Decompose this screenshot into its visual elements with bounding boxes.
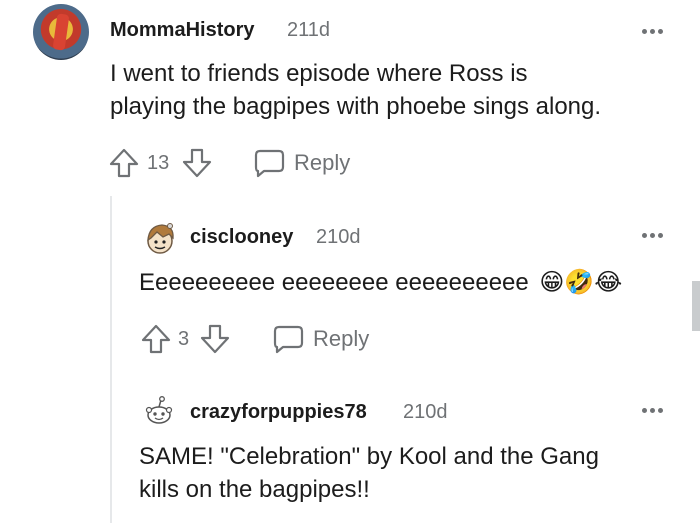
- comment-age: 210d: [316, 226, 361, 248]
- snoo-avatar-icon[interactable]: [141, 220, 179, 258]
- comment-body-line1: I went to friends episode where Ross is: [110, 60, 528, 87]
- downvote-arrow-icon[interactable]: [197, 322, 233, 356]
- comment-body: Eeeeeeeeee eeeeeeee eeeeeeeeee 😁🤣😂: [139, 265, 622, 300]
- thread-line[interactable]: [110, 196, 112, 523]
- overflow-menu-icon[interactable]: [642, 233, 663, 238]
- emoji-group: 😁🤣😂: [539, 268, 623, 296]
- scrollbar-thumb[interactable]: [692, 281, 700, 331]
- comment-body-line1: SAME! "Celebration" by Kool and the Gang: [139, 443, 599, 470]
- reply-bubble-icon: [254, 149, 285, 178]
- comment-body-line2: playing the bagpipes with phoebe sings a…: [110, 93, 602, 120]
- snoo-avatar-icon[interactable]: [141, 394, 177, 430]
- comment-age: 211d: [287, 19, 331, 41]
- vote-count: 3: [178, 328, 190, 350]
- upvote-arrow-icon[interactable]: [106, 146, 142, 180]
- reply-label: Reply: [313, 326, 370, 351]
- comment-text: Eeeeeeeeee eeeeeeee eeeeeeeeee: [139, 269, 529, 296]
- comment-body-line2: kills on the bagpipes!!: [139, 476, 370, 503]
- reply-button[interactable]: Reply: [252, 146, 350, 180]
- overflow-menu-icon[interactable]: [642, 408, 663, 413]
- reply-label: Reply: [294, 150, 351, 175]
- overflow-menu-icon[interactable]: [642, 29, 663, 34]
- downvote-arrow-icon[interactable]: [179, 146, 215, 180]
- avatar[interactable]: [33, 4, 89, 60]
- comment-age: 210d: [403, 401, 448, 423]
- comment-username[interactable]: crazyforpuppies78: [190, 401, 367, 424]
- vote-count: 13: [147, 152, 170, 174]
- reply-button[interactable]: Reply: [271, 322, 369, 356]
- reply-bubble-icon: [273, 325, 304, 354]
- comment-username[interactable]: cisclooney: [190, 226, 293, 249]
- upvote-arrow-icon[interactable]: [138, 322, 174, 356]
- comment-username[interactable]: MommaHistory: [110, 19, 254, 42]
